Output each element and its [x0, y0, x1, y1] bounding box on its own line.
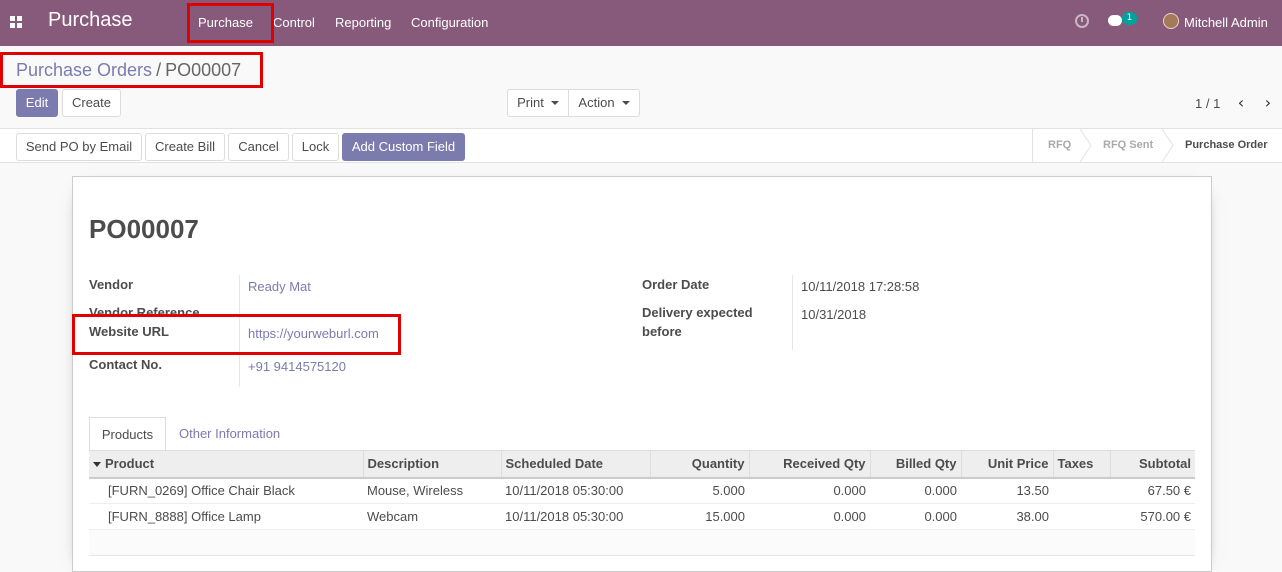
cell-product: [FURN_8888] Office Lamp	[108, 509, 261, 524]
order-date-label: Order Date	[642, 277, 710, 292]
column-header-scheduled-date[interactable]: Scheduled Date	[500, 450, 650, 478]
column-header-description[interactable]: Description	[362, 450, 501, 478]
cell-billed-qty: 0.000	[924, 509, 957, 524]
user-avatar[interactable]	[1163, 13, 1179, 29]
create-bill-button[interactable]: Create Bill	[145, 133, 225, 161]
cell-scheduled-date: 10/11/2018 05:30:00	[505, 483, 624, 499]
control-panel: Purchase Orders / PO00007 Edit Create Prin…	[0, 46, 1282, 129]
cell-received-qty: 0.000	[833, 483, 866, 499]
caret-down-icon	[621, 101, 630, 105]
cell-taxes	[1053, 504, 1110, 530]
website-url-value[interactable]: https://yourweburl.com	[248, 326, 379, 341]
order-date-value: 10/11/2018 17:28:58	[801, 279, 920, 294]
cell-description: Webcam	[367, 509, 419, 524]
column-header-quantity[interactable]: Quantity	[649, 450, 749, 478]
contact-no-label: Contact No.	[89, 357, 162, 372]
po-title: PO00007	[89, 214, 199, 244]
cell-unit-price: 13.50	[1016, 483, 1049, 499]
menu-reporting[interactable]: Reporting	[335, 15, 391, 30]
tab-products[interactable]: Products	[89, 417, 166, 450]
send-po-email-button[interactable]: Send PO by Email	[16, 133, 142, 161]
column-header-product[interactable]: Product	[89, 451, 363, 478]
cell-product: [FURN_0269] Office Chair Black	[108, 483, 295, 499]
add-custom-field-button[interactable]: Add Custom Field	[342, 133, 465, 161]
cell-quantity: 15.000	[705, 509, 745, 524]
menu-purchase[interactable]: Purchase	[198, 15, 253, 30]
action-dropdown[interactable]: Action	[568, 89, 640, 117]
column-header-billed-qty[interactable]: Billed Qty	[869, 450, 961, 478]
column-header-unit-price[interactable]: Unit Price	[960, 450, 1053, 478]
table-header-row: Product Description Scheduled Date Quant…	[89, 450, 1195, 478]
edit-button[interactable]: Edit	[16, 89, 58, 117]
status-divider	[1032, 129, 1033, 162]
status-step-purchase-order: Purchase Order	[1185, 139, 1268, 151]
column-header-subtotal[interactable]: Subtotal	[1109, 450, 1195, 478]
pager-next-button[interactable]: ›	[1255, 90, 1281, 118]
print-dropdown[interactable]: Print	[507, 89, 569, 117]
delivery-expected-label: Delivery expected	[642, 305, 753, 320]
breadcrumb-separator: /	[156, 60, 162, 80]
cell-unit-price: 38.00	[1016, 509, 1049, 524]
delivery-expected-value: 10/31/2018	[801, 307, 867, 322]
sort-caret-icon	[93, 462, 101, 468]
breadcrumb-current: PO00007	[165, 60, 242, 80]
vendor-value[interactable]: Ready Mat	[248, 279, 311, 294]
chat-badge: 1	[1122, 12, 1137, 25]
website-url-label: Website URL	[89, 324, 173, 339]
action-label: Action	[578, 95, 615, 110]
print-label: Print	[517, 95, 544, 110]
apps-menu-icon[interactable]	[10, 16, 22, 28]
field-separator	[792, 275, 793, 350]
table-row[interactable]: [FURN_8888] Office Lamp Webcam 10/11/201…	[89, 504, 1195, 530]
lock-button[interactable]: Lock	[292, 133, 339, 161]
status-step-rfq-sent[interactable]: RFQ Sent	[1103, 129, 1153, 162]
chat-icon[interactable]	[1108, 15, 1122, 26]
contact-no-value[interactable]: +91 9414575120	[248, 359, 346, 374]
activity-clock-icon[interactable]	[1075, 14, 1089, 28]
create-button[interactable]: Create	[62, 89, 121, 117]
vendor-label: Vendor	[89, 277, 134, 292]
breadcrumb: Purchase Orders / PO00007	[16, 60, 241, 81]
field-separator	[239, 275, 240, 387]
tab-other-information[interactable]: Other Information	[179, 417, 280, 450]
cell-received-qty: 0.000	[833, 509, 866, 524]
cell-description: Mouse, Wireless	[367, 483, 464, 499]
app-brand: Purchase	[48, 9, 133, 31]
pager-previous-button[interactable]: ‹	[1228, 90, 1254, 118]
pager-value[interactable]: 1 / 1	[1195, 96, 1220, 111]
cancel-button[interactable]: Cancel	[228, 133, 289, 161]
cell-subtotal: 570.00 €	[1140, 509, 1191, 524]
breadcrumb-parent[interactable]: Purchase Orders	[16, 60, 152, 80]
cell-subtotal: 67.50 €	[1147, 483, 1191, 499]
cell-scheduled-date: 10/11/2018 05:30:00	[505, 509, 624, 524]
column-header-received-qty[interactable]: Received Qty	[748, 450, 870, 478]
form-statusbar: Send PO by Email Create Bill Cancel Lock…	[0, 129, 1282, 163]
table-row[interactable]: [FURN_0269] Office Chair Black Mouse, Wi…	[89, 478, 1195, 504]
status-chevron-icon	[1080, 129, 1092, 162]
top-navbar: Purchase Purchase Control Reporting Conf…	[0, 0, 1282, 46]
column-header-taxes[interactable]: Taxes	[1052, 450, 1110, 478]
menu-configuration[interactable]: Configuration	[411, 15, 488, 30]
cell-billed-qty: 0.000	[924, 483, 957, 499]
delivery-expected-label-line2: before	[642, 324, 682, 339]
table-empty-row	[89, 529, 1195, 556]
status-chevron-icon	[1162, 129, 1174, 162]
user-name[interactable]: Mitchell Admin	[1184, 15, 1268, 30]
caret-down-icon	[550, 101, 559, 105]
menu-control[interactable]: Control	[273, 15, 315, 30]
cell-quantity: 5.000	[712, 483, 745, 499]
order-lines-table: Product Description Scheduled Date Quant…	[89, 450, 1195, 556]
status-step-rfq[interactable]: RFQ	[1048, 129, 1071, 162]
vendor-reference-label: Vendor Reference	[89, 305, 200, 320]
cell-taxes	[1053, 478, 1110, 504]
